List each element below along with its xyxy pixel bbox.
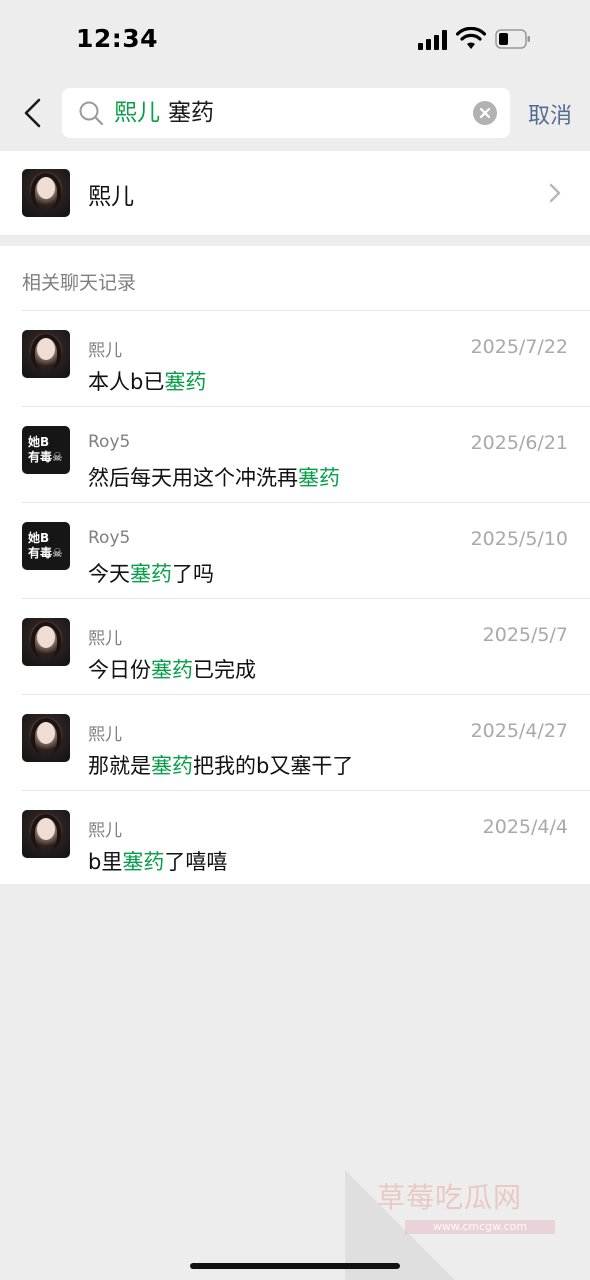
battery-icon bbox=[495, 29, 530, 49]
highlighted-term: 塞药 bbox=[164, 370, 207, 394]
chat-records-section: 相关聊天记录 熙儿 2025/7/22 本人b已塞药 她B 有毒☠ Roy5 2025/6/… bbox=[0, 246, 590, 884]
search-query[interactable]: 熙儿 塞药 bbox=[114, 98, 214, 128]
search-input[interactable]: 熙儿 塞药 bbox=[62, 88, 510, 138]
cancel-button[interactable]: 取消 bbox=[528, 98, 572, 130]
avatar-text-line: 有毒☠ bbox=[28, 546, 63, 560]
message-text: 本人b已 bbox=[88, 370, 165, 394]
message-text: 已完成 bbox=[193, 658, 256, 682]
highlighted-term: 塞药 bbox=[151, 658, 193, 682]
chat-record-item[interactable]: 熙儿 2025/5/7 今日份塞药已完成 bbox=[0, 598, 590, 694]
chat-record-item[interactable]: 熙儿 2025/4/4 b里塞药了嘻嘻 bbox=[0, 790, 590, 886]
message-text: 今日份 bbox=[88, 658, 151, 682]
chat-record-item[interactable]: 她B 有毒☠ Roy5 2025/5/10 今天塞药了吗 bbox=[0, 502, 590, 598]
divider bbox=[22, 406, 590, 407]
message-text: b里 bbox=[88, 850, 123, 874]
contact-name: 熙儿 bbox=[88, 184, 134, 210]
contact-result[interactable]: 熙儿 bbox=[0, 151, 590, 235]
watermark-url: www.cmcgw.com bbox=[405, 1220, 555, 1234]
avatar-text-line: 她B bbox=[28, 531, 50, 545]
highlighted-term: 塞药 bbox=[298, 466, 340, 490]
message-snippet: 本人b已塞药 bbox=[88, 366, 206, 396]
message-snippet: 今天塞药了吗 bbox=[88, 558, 214, 588]
message-snippet: 那就是塞药把我的b又塞干了 bbox=[88, 750, 353, 780]
search-bar: 熙儿 塞药 取消 bbox=[0, 88, 590, 138]
message-snippet: b里塞药了嘻嘻 bbox=[88, 846, 227, 876]
avatar bbox=[22, 714, 70, 762]
sender-name: Roy5 bbox=[88, 432, 131, 452]
avatar bbox=[22, 810, 70, 858]
cellular-signal-icon bbox=[418, 30, 450, 50]
divider bbox=[22, 598, 590, 599]
back-arrow-icon[interactable] bbox=[18, 96, 48, 130]
avatar-text-line: 有毒☠ bbox=[28, 450, 63, 464]
clear-search-button[interactable] bbox=[473, 101, 497, 125]
sender-name: 熙儿 bbox=[88, 821, 122, 841]
message-text: 了吗 bbox=[172, 562, 214, 586]
message-snippet: 今日份塞药已完成 bbox=[88, 654, 256, 684]
clear-x-icon bbox=[479, 107, 491, 119]
message-text: 然后每天用这个冲洗再 bbox=[88, 466, 298, 490]
avatar bbox=[22, 330, 70, 378]
sender-name: 熙儿 bbox=[88, 725, 122, 745]
message-date: 2025/4/4 bbox=[482, 816, 568, 838]
status-bar: 12:34 bbox=[0, 0, 590, 80]
sender-name: 熙儿 bbox=[88, 341, 122, 361]
search-term: 塞药 bbox=[168, 100, 214, 126]
wifi-icon bbox=[456, 27, 486, 49]
divider bbox=[22, 310, 590, 311]
chevron-right-icon bbox=[549, 183, 561, 203]
message-date: 2025/5/10 bbox=[470, 528, 568, 550]
divider bbox=[22, 502, 590, 503]
message-text: 今天 bbox=[88, 562, 130, 586]
section-title: 相关聊天记录 bbox=[22, 272, 137, 294]
sender-name: 熙儿 bbox=[88, 629, 122, 649]
message-date: 2025/7/22 bbox=[470, 336, 568, 358]
message-text: 把我的b又塞干了 bbox=[193, 754, 354, 778]
message-text: 了嘻嘻 bbox=[164, 850, 228, 874]
avatar-text-line: 她B bbox=[28, 435, 50, 449]
divider bbox=[22, 694, 590, 695]
home-indicator bbox=[190, 1263, 400, 1269]
search-icon bbox=[79, 101, 104, 126]
highlighted-term: 塞药 bbox=[122, 850, 165, 874]
divider bbox=[22, 790, 590, 791]
avatar: 她B 有毒☠ bbox=[22, 426, 70, 474]
status-time: 12:34 bbox=[76, 24, 159, 53]
avatar: 她B 有毒☠ bbox=[22, 522, 70, 570]
message-date: 2025/4/27 bbox=[470, 720, 568, 742]
search-contact-token: 熙儿 bbox=[114, 100, 160, 126]
avatar bbox=[22, 169, 70, 217]
sender-name: Roy5 bbox=[88, 528, 131, 548]
chat-record-item[interactable]: 熙儿 2025/4/27 那就是塞药把我的b又塞干了 bbox=[0, 694, 590, 790]
highlighted-term: 塞药 bbox=[130, 562, 172, 586]
message-date: 2025/6/21 bbox=[470, 432, 568, 454]
chat-record-item[interactable]: 熙儿 2025/7/22 本人b已塞药 bbox=[0, 310, 590, 406]
watermark-title: 草莓吃瓜网 bbox=[377, 1181, 523, 1214]
message-snippet: 然后每天用这个冲洗再塞药 bbox=[88, 462, 340, 492]
avatar bbox=[22, 618, 70, 666]
highlighted-term: 塞药 bbox=[151, 754, 193, 778]
message-date: 2025/5/7 bbox=[482, 624, 568, 646]
message-text: 那就是 bbox=[88, 754, 151, 778]
chat-record-item[interactable]: 她B 有毒☠ Roy5 2025/6/21 然后每天用这个冲洗再塞药 bbox=[0, 406, 590, 502]
